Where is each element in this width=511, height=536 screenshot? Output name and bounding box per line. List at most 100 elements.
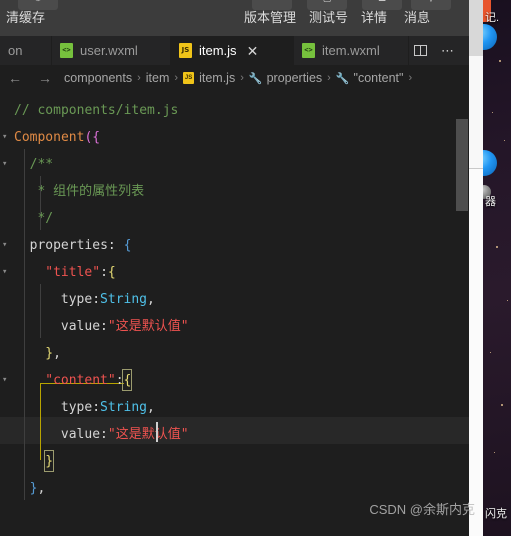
test-account-label: 测试号 (309, 10, 349, 25)
breadcrumb-item-content[interactable]: "content" (354, 71, 404, 85)
devtools-window: 记. 器 闪克 ⚙ 清缓存 ⚭ 版本管理 ▢ 测试号 ☰ (0, 0, 511, 536)
code-token: value (60, 427, 101, 442)
version-control-label: 版本管理 (244, 10, 297, 25)
code-line[interactable]: */ (0, 205, 483, 232)
code-token: { (123, 238, 132, 253)
code-line[interactable]: } (0, 448, 483, 475)
wxml-file-icon (60, 43, 73, 58)
matching-bracket-highlight (122, 369, 133, 391)
editor-scrollbar[interactable] (455, 91, 469, 536)
nav-back-icon[interactable]: ← (8, 71, 22, 85)
code-line[interactable]: "title":{ (0, 259, 483, 286)
desktop-background: 记. 器 闪克 (483, 0, 511, 536)
details-label: 详情 (361, 10, 388, 25)
editor-tab-strip: on user.wxml item.js ✕ item.wxml ⋯ (0, 36, 483, 65)
tab-item-wxml[interactable]: item.wxml (294, 36, 409, 65)
code-token: { (107, 265, 116, 280)
code-editor[interactable]: // components/item.js Component({ /** * 组件… (0, 91, 483, 536)
js-file-icon (179, 43, 192, 58)
clear-cache-label: 清缓存 (6, 10, 46, 25)
code-token: /** (29, 157, 54, 172)
desktop-app-icon-1[interactable] (483, 24, 497, 50)
code-token: type (60, 292, 93, 307)
code-token: , (147, 292, 155, 307)
code-line[interactable]: * 组件的属性列表 (0, 178, 483, 205)
code-token: */ (29, 211, 54, 226)
code-line[interactable]: type:String, (0, 286, 483, 313)
code-token: "这是默认值" (107, 319, 189, 334)
code-line[interactable]: }, (0, 340, 483, 367)
more-actions-icon[interactable]: ⋯ (441, 44, 455, 57)
editor-scrollbar-thumb[interactable] (456, 119, 468, 211)
code-token: , (147, 400, 155, 415)
code-line[interactable]: // components/item.js (0, 97, 483, 124)
nav-forward-icon[interactable]: → (38, 71, 52, 85)
desktop-app-icon-2[interactable] (483, 150, 497, 176)
symbol-property-icon: 🔧 (335, 72, 350, 85)
code-token: : (92, 292, 101, 307)
tab-user-wxml[interactable]: user.wxml (52, 36, 171, 65)
code-token: "content" (45, 373, 116, 388)
code-line[interactable]: Component({ (0, 124, 483, 151)
code-token: String (100, 292, 148, 307)
code-token: String (100, 400, 148, 415)
code-token: { (92, 130, 101, 145)
code-token: : (107, 238, 124, 253)
code-token: , (37, 481, 46, 496)
code-token: properties (29, 238, 108, 253)
code-token: * 组件的属性列表 (29, 184, 145, 199)
matching-bracket-highlight (44, 450, 55, 472)
editor-window: ⚙ 清缓存 ⚭ 版本管理 ▢ 测试号 ☰ 详情 ▽ 消息 on user.wxm… (0, 0, 483, 536)
code-line[interactable]: type:String, (0, 394, 483, 421)
code-line[interactable]: "content":{ (0, 367, 483, 394)
fold-chevron-icon[interactable]: ▾ (2, 160, 7, 169)
top-toolbar: ⚙ 清缓存 ⚭ 版本管理 ▢ 测试号 ☰ 详情 ▽ 消息 (0, 0, 483, 36)
code-line[interactable]: properties: { (0, 232, 483, 259)
breadcrumb-separator: › (408, 72, 413, 84)
symbol-property-icon: 🔧 (248, 72, 263, 85)
tab-item-js[interactable]: item.js ✕ (171, 36, 294, 65)
wxml-file-icon (302, 43, 315, 58)
code-content[interactable]: // components/item.js Component({ /** * 组件… (0, 91, 483, 536)
breadcrumb: components › item › item.js › 🔧 properti… (64, 71, 417, 85)
code-token: "title" (45, 265, 101, 280)
message-label: 消息 (404, 10, 431, 25)
desktop-label-1: 记. (485, 12, 500, 24)
code-token: // components/item.js (14, 103, 179, 118)
breadcrumb-item-components[interactable]: components (64, 71, 132, 85)
code-line[interactable]: value:"这是默认值" (0, 313, 483, 340)
code-line[interactable]: }, (0, 475, 483, 502)
code-line[interactable]: /** (0, 151, 483, 178)
tab-actions: ⋯ (414, 36, 455, 65)
text-cursor (155, 422, 158, 442)
code-token: Component (14, 130, 85, 145)
tab-json-partial[interactable]: on (0, 36, 52, 65)
tab-label: item.wxml (322, 43, 380, 58)
code-token: } (45, 346, 54, 361)
fold-chevron-icon[interactable]: ▾ (2, 268, 7, 277)
breadcrumb-separator: › (137, 72, 141, 84)
code-line[interactable]: value:"这是默认值" (0, 421, 483, 448)
code-token: : (100, 319, 108, 334)
fold-chevron-icon[interactable]: ▾ (2, 133, 7, 142)
tab-close-icon[interactable]: ✕ (247, 44, 259, 58)
breadcrumb-separator: › (240, 72, 244, 84)
tab-label: on (8, 43, 23, 58)
breadcrumb-separator: › (174, 72, 179, 84)
fold-chevron-icon[interactable]: ▾ (2, 376, 7, 385)
fold-chevron-icon[interactable]: ▾ (2, 241, 7, 250)
breadcrumb-separator: › (327, 72, 331, 84)
watermark: CSDN @余斯内克 (369, 502, 475, 517)
code-token: value (60, 319, 101, 334)
info-icon: ☰ (362, 0, 402, 3)
broom-icon: ⚙ (18, 0, 58, 3)
breadcrumb-item-item[interactable]: item (146, 71, 170, 85)
js-file-icon (183, 72, 195, 84)
tab-label: user.wxml (80, 43, 138, 58)
split-editor-icon[interactable] (414, 45, 427, 56)
outer-scrollbar[interactable] (469, 0, 483, 536)
breadcrumb-item-item-js[interactable]: item.js (199, 71, 235, 85)
code-token: : (100, 265, 108, 280)
breadcrumb-item-properties[interactable]: properties (267, 71, 323, 85)
breadcrumb-bar: ← → components › item › item.js › 🔧 prop… (0, 65, 483, 91)
